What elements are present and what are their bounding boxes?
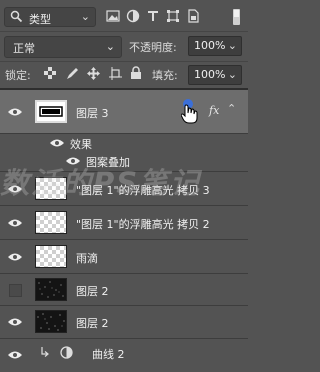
layer-row[interactable]: 图层 3 fx ⌃ [0,90,248,133]
layer-name: 雨滴 [76,252,98,265]
visibility-toggle-empty[interactable] [9,284,22,297]
eye-icon[interactable] [66,156,80,166]
layer-thumbnail [35,100,67,123]
layer-thumbnail [35,245,67,268]
eye-icon[interactable] [8,350,22,360]
eye-icon[interactable] [8,218,22,228]
chevron-down-icon: ⌄ [80,10,90,23]
opacity-input[interactable]: 100% ⌄ [188,36,242,56]
shape-icon[interactable] [166,9,182,25]
opacity-value: 100% [194,39,226,52]
collapse-effects-icon[interactable]: ⌃ [227,102,236,115]
layer-name: 图层 3 [76,107,109,120]
opacity-label: 不透明度: [129,41,177,54]
lock-label: 锁定: [5,69,31,82]
layer-row[interactable]: 图层 2 [0,306,248,338]
lock-image-icon[interactable] [66,67,80,81]
layer-thumbnail [35,278,67,301]
chevron-down-icon: ⌄ [105,40,115,53]
layer-name: "图层 1"的浮雕高光 拷贝 3 [76,184,210,197]
layer-name: 图层 2 [76,317,109,330]
layer-thumbnail [35,310,67,333]
eye-icon[interactable] [8,107,22,117]
layer-name: "图层 1"的浮雕高光 拷贝 2 [76,218,210,231]
lock-artboard-icon[interactable] [109,67,123,81]
filter-toggle[interactable] [233,9,240,25]
blend-opacity-bar: 正常 ⌄ 不透明度: 100% ⌄ [0,32,248,61]
clipping-arrow-icon [40,346,49,361]
lock-fill-bar: 锁定: 填充: 100% ⌄ [0,62,248,88]
layer-thumbnail [35,177,67,200]
image-icon[interactable] [106,9,122,25]
filter-kind-select[interactable]: 类型 ⌄ [4,7,96,27]
eye-icon[interactable] [8,252,22,262]
chevron-down-icon: ⌄ [227,39,237,52]
search-icon [10,10,23,26]
lock-transparent-icon[interactable] [44,67,58,81]
layer-name: 曲线 2 [92,348,125,361]
blend-mode-value: 正常 [13,42,35,55]
effect-item[interactable]: 图案叠加 [0,152,248,170]
layer-row[interactable]: "图层 1"的浮雕高光 拷贝 3 [0,172,248,205]
fx-icon[interactable]: fx [209,104,219,117]
layer-name: 图层 2 [76,285,109,298]
lock-position-icon[interactable] [87,67,101,81]
effects-row[interactable]: 效果 [0,134,248,152]
layer-row[interactable]: 雨滴 [0,240,248,273]
hand-cursor-icon [180,104,199,127]
eye-icon[interactable] [8,317,22,327]
text-icon[interactable] [146,9,162,25]
fill-label: 填充: [152,69,178,82]
lock-all-icon[interactable] [130,66,144,80]
effects-label: 效果 [70,138,92,151]
adjustment-layer-icon [60,346,73,362]
eye-icon[interactable] [50,138,64,148]
eye-icon[interactable] [8,184,22,194]
fill-input[interactable]: 100% ⌄ [188,65,242,85]
filter-kind-label: 类型 [29,13,51,26]
layer-row[interactable]: 图层 2 [0,274,248,305]
effect-name: 图案叠加 [86,156,130,169]
chevron-down-icon: ⌄ [227,68,237,81]
blend-mode-select[interactable]: 正常 ⌄ [4,36,122,58]
layer-thumbnail [35,211,67,234]
smart-object-icon[interactable] [186,9,202,25]
fill-value: 100% [194,68,226,81]
layer-row[interactable]: 曲线 2 [0,339,248,372]
adjustment-icon[interactable] [126,9,142,25]
layer-filter-bar: 类型 ⌄ [0,0,248,31]
layer-row[interactable]: "图层 1"的浮雕高光 拷贝 2 [0,206,248,239]
